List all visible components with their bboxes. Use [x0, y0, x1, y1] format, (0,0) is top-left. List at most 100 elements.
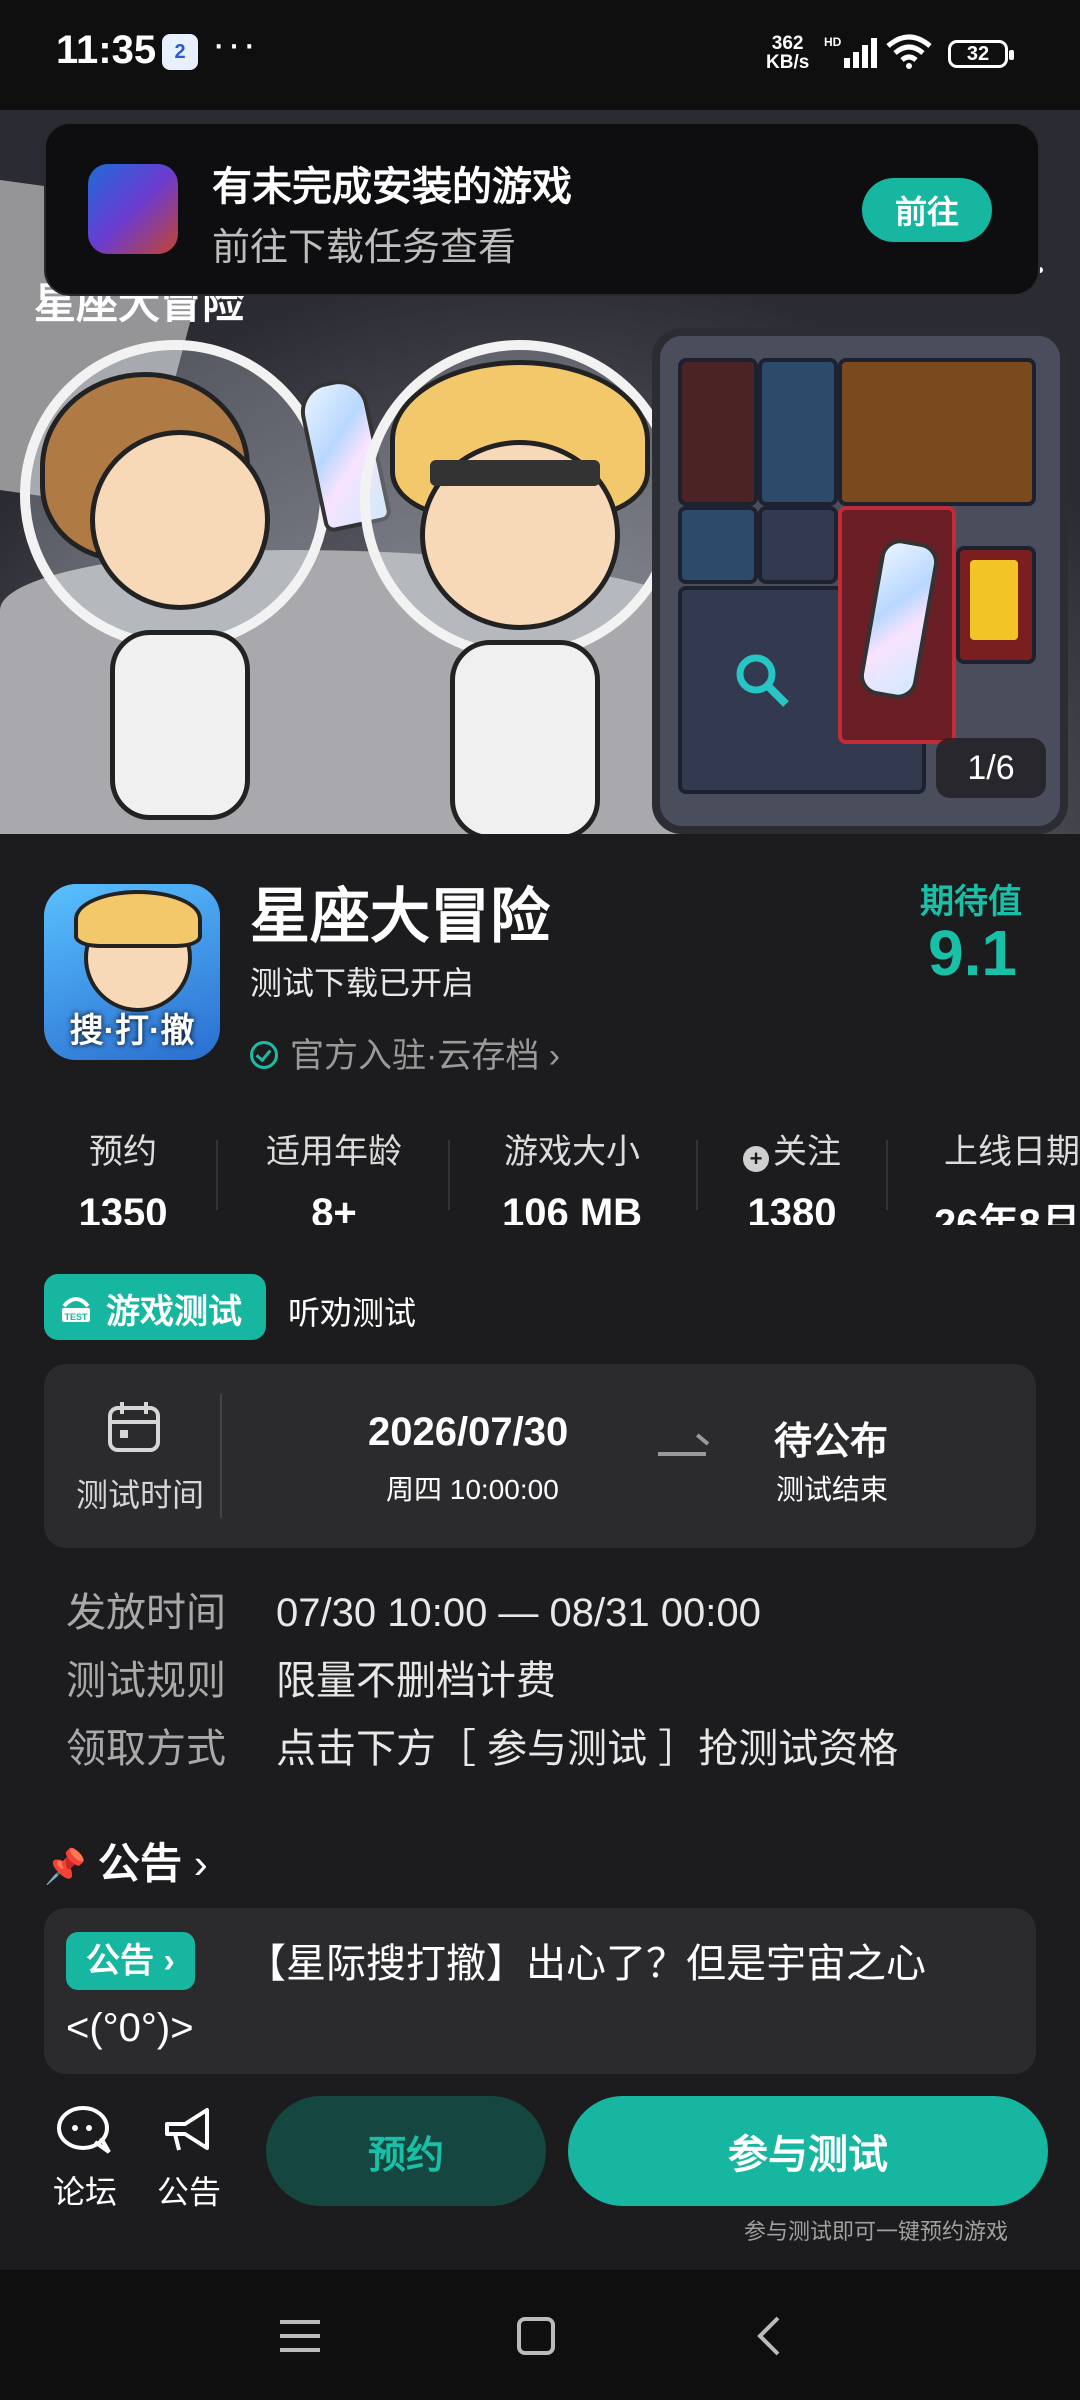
stat-divider	[448, 1140, 450, 1210]
stat-divider	[216, 1140, 218, 1210]
status-time: 11:35	[56, 28, 157, 72]
go-button[interactable]: 前往	[862, 178, 992, 242]
stat-divider	[696, 1140, 698, 1210]
magnify-icon	[736, 654, 789, 707]
stat-label: 预约	[89, 1133, 157, 1171]
stat-reservations[interactable]: 预约 1350	[58, 1124, 188, 1225]
network-speed: 362 KB/s	[766, 34, 809, 72]
notification-title: 有未完成安装的游戏	[212, 165, 572, 209]
stat-label: 游戏大小	[504, 1133, 640, 1171]
status-bar: 11:35 2 ··· 362 KB/s HD 32	[0, 0, 1080, 110]
stat-age[interactable]: 适用年龄 8+	[244, 1124, 424, 1225]
slot-gold	[956, 546, 1036, 664]
test-start-time: 周四 10:00:00	[386, 1474, 559, 1505]
test-end-status: 待公布	[774, 1421, 889, 1463]
verified-check-icon	[250, 1041, 278, 1069]
forum-icon	[57, 2106, 111, 2154]
network-speed-unit: KB/s	[766, 52, 810, 73]
verified-text: 官方入驻·云存档	[290, 1037, 540, 1075]
test-start-date: 2026/07/30	[368, 1410, 569, 1454]
chevron-right-icon: ›	[193, 1840, 208, 1887]
test-time-card: 测试时间 2026/07/30 周四 10:00:00 待公布 测试结束	[44, 1364, 1036, 1548]
tab-advice-test[interactable]: 听劝测试	[288, 1288, 416, 1334]
bottom-action-bar: 论坛 公告 预约 参与测试 参与测试即可一键预约游戏	[0, 2074, 1080, 2270]
slot-battery	[678, 506, 758, 584]
game-icon-label: 搜·打·撤	[69, 1012, 195, 1050]
signal-icon: HD	[824, 35, 877, 68]
info-key: 发放时间	[66, 1591, 226, 1635]
notice-label: 公告	[156, 2174, 221, 2210]
announcement-tag: 公告 ›	[66, 1932, 195, 1990]
case-crystal	[856, 536, 942, 702]
stat-size[interactable]: 游戏大小 106 MB	[474, 1124, 670, 1225]
info-key: 领取方式	[66, 1727, 226, 1771]
network-type-label: HD	[824, 35, 842, 49]
slot-crystal	[838, 506, 956, 744]
notification-game-icon	[88, 164, 178, 254]
chevron-right-icon: ›	[539, 1037, 561, 1075]
notice-button[interactable]: 公告	[144, 2104, 234, 2213]
test-badge-text: TEST	[64, 1312, 88, 1322]
headlamp-strap	[430, 460, 600, 486]
card-divider	[220, 1394, 222, 1518]
menu-icon[interactable]	[278, 2316, 322, 2356]
image-counter: 1/6	[936, 738, 1046, 798]
forum-button[interactable]: 论坛	[40, 2104, 130, 2213]
game-title: 星座大冒险	[250, 883, 550, 950]
announcement-text: 【星际搜打撤】出心了？但是宇宙之心<(°0°)>	[66, 1942, 926, 2050]
game-icon: 搜·打·撤	[44, 884, 220, 1060]
megaphone-icon	[165, 2108, 209, 2151]
reserve-button[interactable]: 预约	[266, 2096, 546, 2206]
back-icon[interactable]	[752, 2314, 784, 2358]
tab-game-test-label: 游戏测试	[106, 1293, 242, 1331]
home-icon[interactable]	[516, 2316, 556, 2356]
game-subtitle: 测试下载已开启	[250, 965, 475, 1001]
system-nav-bar	[0, 2270, 1080, 2400]
info-value: 07/30 10:00 — 08/31 00:00	[276, 1591, 761, 1635]
install-notification[interactable]: 有未完成安装的游戏 前往下载任务查看 前往	[44, 122, 1040, 296]
stat-value: 26年8月	[934, 1202, 1080, 1225]
slot-coffin	[678, 358, 758, 506]
verified-link[interactable]: 官方入驻·云存档 ›	[250, 1028, 560, 1077]
announcement-header[interactable]: 📌 公告 ›	[44, 1830, 208, 1891]
battery-indicator: 32	[948, 40, 1014, 68]
join-test-button[interactable]: 参与测试	[568, 2096, 1048, 2206]
test-end-label: 测试结束	[776, 1474, 889, 1505]
test-badge-icon: TEST	[62, 1297, 90, 1322]
rating-value: 9.1	[928, 917, 1017, 989]
stat-value: 1350	[78, 1191, 168, 1225]
boy-suit	[450, 640, 600, 834]
wifi-icon	[886, 34, 932, 69]
info-value: 限量不删档计费	[276, 1659, 556, 1703]
more-notifications-icon: ···	[212, 22, 258, 66]
stat-label: 适用年龄	[266, 1133, 402, 1171]
stat-divider	[886, 1140, 888, 1210]
announcement-tag-label: 公告	[86, 1942, 154, 1980]
stat-label: 上线日期	[944, 1133, 1080, 1171]
stat-value: 8+	[311, 1191, 357, 1225]
arrow-right-icon	[658, 1452, 706, 1456]
heart-plus-icon: +	[743, 1146, 769, 1172]
stat-value: 1380	[747, 1191, 837, 1225]
pin-icon: 📌	[44, 1848, 87, 1886]
calendar-icon	[108, 1402, 160, 1452]
forum-label: 论坛	[52, 2174, 117, 2210]
info-value: 点击下方［ 参与测试 ］抢测试资格	[276, 1727, 899, 1771]
join-hint: 参与测试即可一键预约游戏	[744, 2219, 1009, 2244]
girl-suit	[110, 630, 250, 820]
stat-value: 106 MB	[501, 1191, 643, 1225]
announcement-heading: 公告	[98, 1840, 183, 1887]
slot-camera	[758, 506, 838, 584]
info-row-distribution: 发放时间 07/30 10:00 — 08/31 00:00	[66, 1580, 761, 1638]
notification-subtitle: 前往下载任务查看	[212, 227, 517, 269]
stat-release[interactable]: 上线日期 26年8月	[910, 1124, 1080, 1225]
announcement-card[interactable]: 【星际搜打撤】出心了？但是宇宙之心<(°0°)> 公告 ›	[44, 1908, 1036, 2074]
slot-statue	[758, 358, 838, 506]
stat-follow[interactable]: + 关注 1380	[724, 1124, 860, 1225]
tab-game-test[interactable]: TEST 游戏测试	[44, 1274, 266, 1340]
girl-face	[90, 430, 270, 610]
slot-robot	[838, 358, 1036, 506]
app-notification-icon: 2	[162, 34, 198, 70]
info-key: 测试规则	[66, 1659, 226, 1703]
info-row-rules: 测试规则 限量不删档计费	[66, 1648, 556, 1706]
